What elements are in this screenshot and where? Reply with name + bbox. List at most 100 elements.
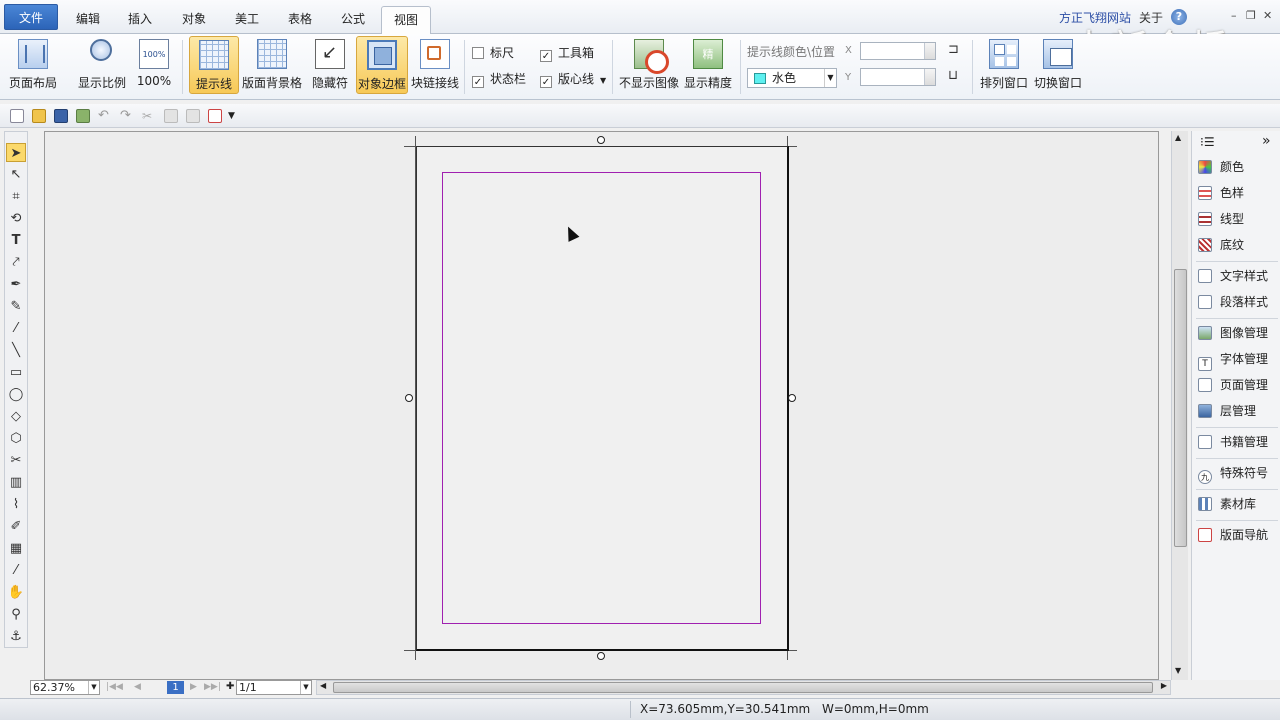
rectangle-tool-icon[interactable]: ▭ xyxy=(6,363,26,382)
center-line-checkbox[interactable]: ✓ 版心线 ▼ xyxy=(540,70,606,88)
scroll-right-icon[interactable]: ▶ xyxy=(1161,681,1167,690)
cut-icon[interactable]: ✂ xyxy=(142,109,156,123)
scroll-down-icon[interactable]: ▼ xyxy=(1175,666,1181,675)
add-page-icon[interactable]: ✚ xyxy=(226,681,234,692)
switch-windows-button[interactable]: 切换窗口 xyxy=(1032,36,1084,94)
panel-item-font-manager[interactable]: T 字体管理 xyxy=(1198,348,1268,371)
panel-expand-icon[interactable]: » xyxy=(1262,133,1271,149)
guide-x-position-input[interactable] xyxy=(860,42,936,60)
panel-collapse-icon[interactable]: ⁝☰ xyxy=(1200,135,1215,149)
panel-item-paragraph-style[interactable]: 段落样式 xyxy=(1198,291,1268,313)
anchor-tool-icon[interactable]: ⚓ xyxy=(6,627,26,646)
panel-item-text-style[interactable]: 文字样式 xyxy=(1198,265,1268,287)
close-icon[interactable]: ✕ xyxy=(1263,9,1272,22)
panel-item-book-manager[interactable]: 书籍管理 xyxy=(1198,431,1268,453)
zoom-button[interactable]: 显示比例 xyxy=(74,36,130,94)
guide-color-select[interactable]: 水色 ▼ xyxy=(747,68,837,88)
open-folder-icon[interactable] xyxy=(32,109,46,123)
block-links-button[interactable]: 块链接线 xyxy=(410,36,460,94)
diamond-tool-icon[interactable]: ◇ xyxy=(6,407,26,426)
polygon-tool-icon[interactable]: ⬡ xyxy=(6,429,26,448)
tab-insert[interactable]: 插入 xyxy=(116,6,164,34)
ruler-checkbox[interactable]: 标尺 xyxy=(472,44,514,61)
tab-formula[interactable]: 公式 xyxy=(329,6,377,34)
vertical-scrollbar[interactable]: ▲ ▼ xyxy=(1171,131,1188,680)
panel-item-color[interactable]: 颜色 xyxy=(1198,156,1244,178)
undo-icon[interactable]: ↶ xyxy=(98,109,112,123)
minimize-icon[interactable]: – xyxy=(1231,9,1237,22)
no-images-button[interactable]: 不显示图像 xyxy=(618,36,680,94)
hand-tool-icon[interactable]: ✋ xyxy=(6,583,26,602)
statusbar-checkbox[interactable]: ✓ 状态栏 xyxy=(472,70,526,88)
save-icon[interactable] xyxy=(54,109,68,123)
file-menu-button[interactable]: 文件 xyxy=(4,4,58,30)
panel-item-special-symbols[interactable]: 九特殊符号 xyxy=(1198,462,1268,484)
toolbox-checkbox-box[interactable]: ✓ xyxy=(540,50,552,62)
eyedropper-tool-icon[interactable]: ⁄ xyxy=(6,319,26,338)
ellipse-tool-icon[interactable]: ◯ xyxy=(6,385,26,404)
hidden-marks-button[interactable]: 隐藏符 xyxy=(307,36,353,94)
panel-item-swatches[interactable]: 色样 xyxy=(1198,182,1244,204)
rotate-tool-icon[interactable]: ⟲ xyxy=(6,209,26,228)
arrange-windows-button[interactable]: 排列窗口 xyxy=(978,36,1030,94)
first-page-icon[interactable]: |◀◀ xyxy=(106,682,123,692)
export-image-icon[interactable] xyxy=(76,109,90,123)
vertical-scroll-thumb[interactable] xyxy=(1174,269,1187,547)
tab-table[interactable]: 表格 xyxy=(276,6,324,34)
ruler-checkbox-box[interactable] xyxy=(472,47,484,59)
copy-icon[interactable] xyxy=(164,109,178,123)
pen-tool-icon[interactable]: ✒ xyxy=(6,275,26,294)
paste-icon[interactable] xyxy=(186,109,200,123)
restore-icon[interactable]: ❐ xyxy=(1246,9,1256,22)
select-tool-icon[interactable]: ➤ xyxy=(6,143,26,162)
table-tool-icon[interactable]: ▦ xyxy=(6,539,26,558)
panel-item-line-type[interactable]: 线型 xyxy=(1198,208,1244,230)
resize-handle-left[interactable] xyxy=(405,394,413,402)
panel-item-layout-navigator[interactable]: 版面导航 xyxy=(1198,524,1268,546)
chevron-down-icon[interactable]: ▼ xyxy=(600,76,606,85)
path-text-tool-icon[interactable]: ⌇ xyxy=(6,495,26,514)
new-file-icon[interactable] xyxy=(10,109,24,123)
fit-width-icon[interactable]: ⊐ xyxy=(948,42,959,57)
current-page-indicator[interactable]: 1 xyxy=(167,681,184,694)
horizontal-scroll-thumb[interactable] xyxy=(333,682,1153,693)
panel-item-layer-manager[interactable]: 层管理 xyxy=(1198,400,1256,422)
zoom-100-button[interactable]: 100% 100% xyxy=(132,36,176,94)
panel-item-image-manager[interactable]: 图像管理 xyxy=(1198,322,1268,344)
link-tool-icon[interactable]: ⤤ xyxy=(6,253,26,272)
panel-item-asset-library[interactable]: 素材库 xyxy=(1198,493,1256,515)
resize-handle-bottom[interactable] xyxy=(597,652,605,660)
crop-tool-icon[interactable]: ⌗ xyxy=(6,187,26,206)
resize-handle-right[interactable] xyxy=(788,394,796,402)
text-tool-icon[interactable]: T xyxy=(6,231,26,250)
panel-item-pattern[interactable]: 底纹 xyxy=(1198,234,1244,256)
pdf-icon[interactable] xyxy=(208,109,222,123)
line-tool-icon[interactable]: ╲ xyxy=(6,341,26,360)
toolbox-checkbox[interactable]: ✓ 工具箱 xyxy=(540,44,594,62)
redo-icon[interactable]: ↷ xyxy=(120,109,134,123)
zoom-tool-icon[interactable]: ⚲ xyxy=(6,605,26,624)
format-brush-tool-icon[interactable]: ✐ xyxy=(6,517,26,536)
scroll-up-icon[interactable]: ▲ xyxy=(1175,133,1181,142)
guide-y-position-input[interactable] xyxy=(860,68,936,86)
page-count-select[interactable]: 1/1 ▼ xyxy=(236,680,312,695)
object-frame-toggle-button[interactable]: 对象边框 xyxy=(356,36,408,94)
last-page-icon[interactable]: ▶▶| xyxy=(204,682,221,692)
page-layout-button[interactable]: 页面布局 xyxy=(4,36,62,94)
panel-item-page-manager[interactable]: 页面管理 xyxy=(1198,374,1268,396)
tab-object[interactable]: 对象 xyxy=(170,6,218,34)
fit-height-icon[interactable]: ⊔ xyxy=(948,68,958,83)
statusbar-checkbox-box[interactable]: ✓ xyxy=(472,76,484,88)
chevron-down-icon[interactable]: ▼ xyxy=(300,681,311,694)
scissors-tool-icon[interactable]: ✂ xyxy=(6,451,26,470)
gradient-tool-icon[interactable]: ▥ xyxy=(6,473,26,492)
page-grid-button[interactable]: 版面背景格 xyxy=(241,36,303,94)
center-line-checkbox-box[interactable]: ✓ xyxy=(540,76,552,88)
prev-page-icon[interactable]: ◀ xyxy=(134,682,141,692)
tab-art[interactable]: 美工 xyxy=(223,6,271,34)
resize-handle-top[interactable] xyxy=(597,136,605,144)
chevron-down-icon[interactable]: ▼ xyxy=(228,109,242,123)
horizontal-scrollbar[interactable]: ◀ ▶ xyxy=(316,680,1171,695)
direct-select-tool-icon[interactable]: ↖ xyxy=(6,165,26,184)
next-page-icon[interactable]: ▶ xyxy=(190,682,197,692)
